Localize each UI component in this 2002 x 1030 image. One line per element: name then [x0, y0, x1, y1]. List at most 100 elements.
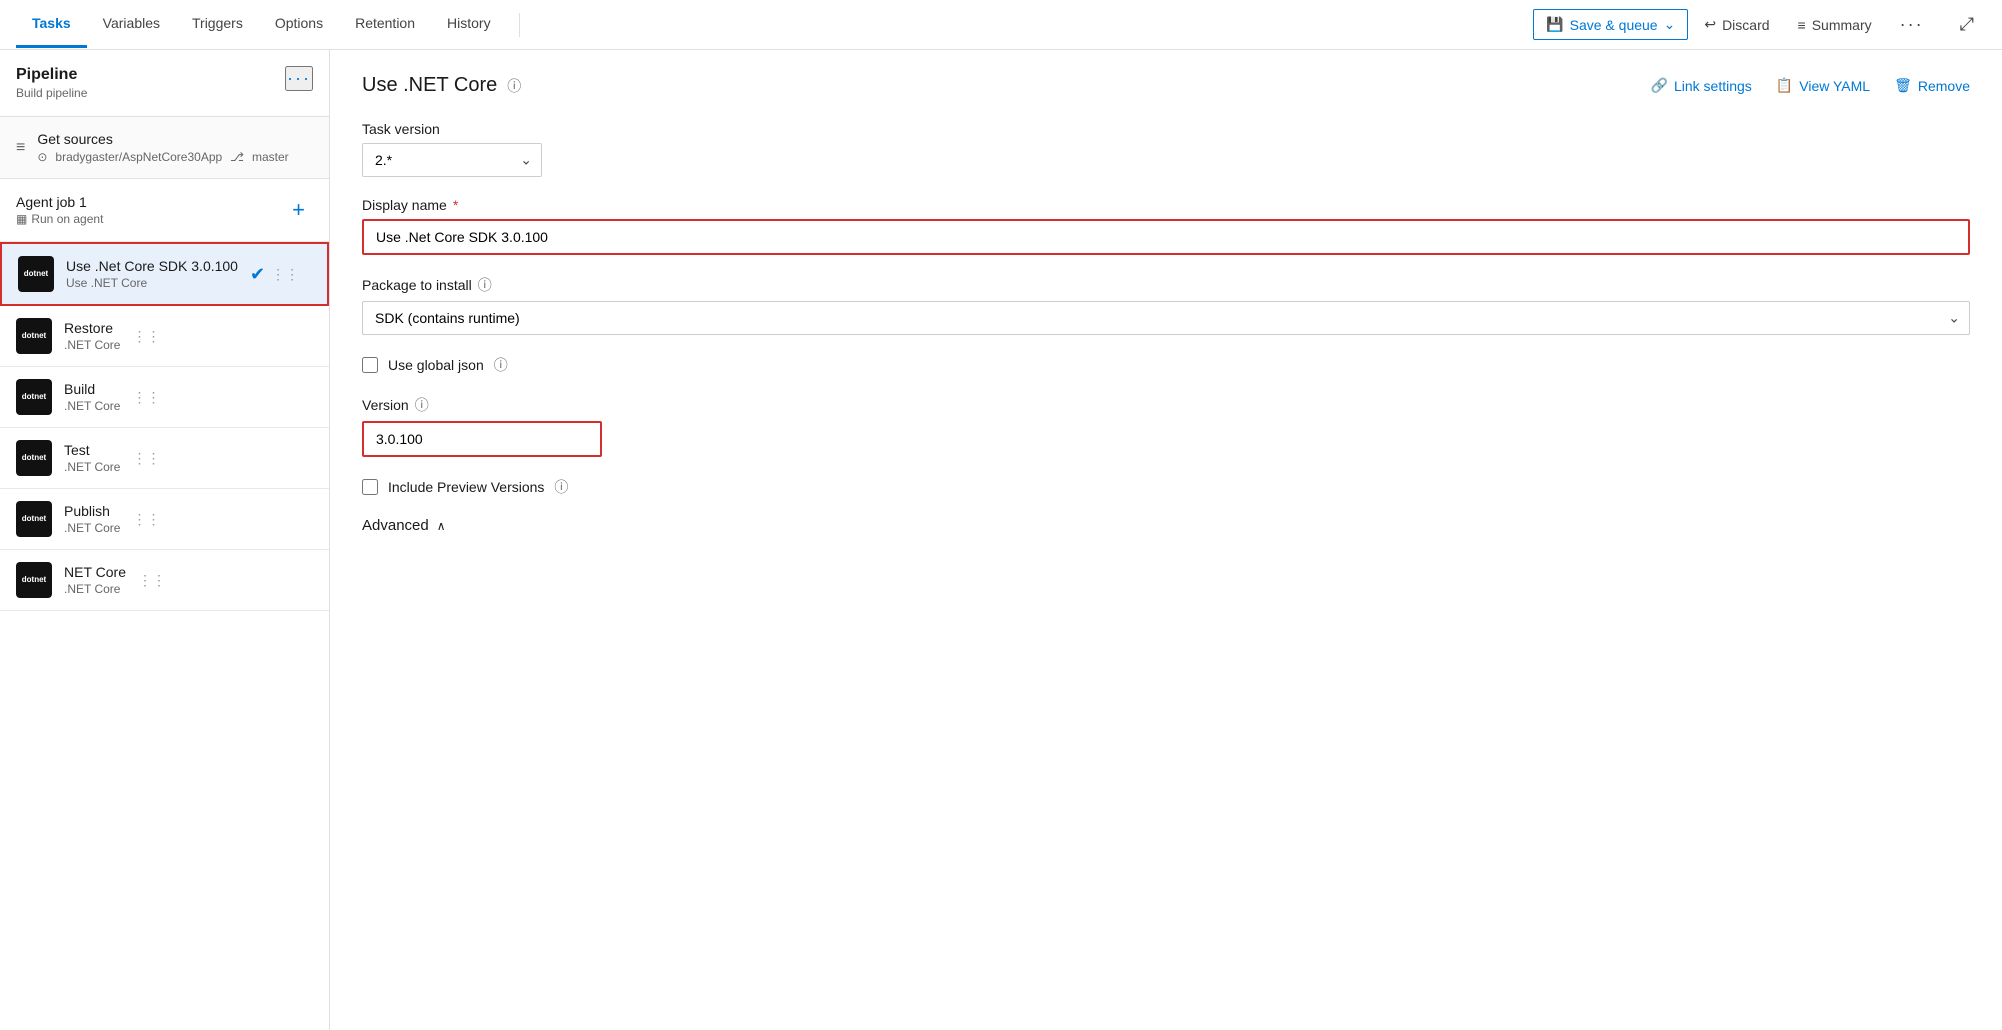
remove-button[interactable]: 🗑 Remove [1894, 77, 1970, 94]
tab-variables[interactable]: Variables [87, 1, 176, 48]
tab-retention[interactable]: Retention [339, 1, 431, 48]
agent-job-title: Agent job 1 [16, 194, 103, 210]
task-item-restore[interactable]: dotnet Restore .NET Core ⋮⋮ [0, 306, 329, 367]
trash-icon: 🗑 [1894, 77, 1912, 94]
use-global-json-group: Use global json ⓘ [362, 355, 1970, 375]
link-icon: 🔗 [1651, 77, 1668, 94]
tab-tasks[interactable]: Tasks [16, 1, 87, 48]
task-subtitle-net-core-extra: .NET Core [64, 582, 126, 596]
package-to-install-select[interactable]: SDK (contains runtime) [362, 301, 1970, 335]
view-yaml-button[interactable]: 📋 View YAML [1776, 77, 1870, 94]
expand-button[interactable]: ⤢ [1948, 8, 1986, 41]
tab-triggers[interactable]: Triggers [176, 1, 259, 48]
link-settings-button[interactable]: 🔗 Link settings [1651, 77, 1752, 94]
yaml-icon: 📋 [1776, 77, 1793, 94]
add-task-button[interactable]: + [284, 193, 313, 227]
task-subtitle-build: .NET Core [64, 399, 120, 413]
discard-button[interactable]: ↩ Discard [1692, 10, 1781, 39]
panel-info-icon[interactable]: ⓘ [507, 76, 521, 96]
tab-options[interactable]: Options [259, 1, 339, 48]
task-version-select[interactable]: 2.* [362, 143, 542, 177]
save-icon: 💾 [1546, 16, 1563, 33]
branch-icon: ⎇ [230, 150, 244, 164]
task-actions-restore: ⋮⋮ [132, 328, 160, 345]
summary-label: Summary [1812, 17, 1872, 33]
version-input[interactable] [362, 421, 602, 457]
display-name-required: * [453, 197, 458, 213]
global-json-info-icon[interactable]: ⓘ [494, 355, 508, 375]
task-info-test: Test .NET Core [64, 442, 120, 474]
get-sources-meta: ⊙ bradygaster/AspNetCore30App ⎇ master [37, 150, 288, 164]
package-to-install-label: Package to install ⓘ [362, 275, 1970, 295]
use-global-json-checkbox-group: Use global json ⓘ [362, 355, 1970, 375]
nav-actions: 💾 Save & queue ⌄ ↩ Discard ≡ Summary ···… [1533, 8, 1986, 41]
agent-job-section: Agent job 1 ▦ Run on agent + [0, 179, 329, 242]
pipeline-more-button[interactable]: ··· [285, 66, 313, 91]
task-item-publish[interactable]: dotnet Publish .NET Core ⋮⋮ [0, 489, 329, 550]
link-settings-label: Link settings [1674, 78, 1752, 94]
discard-icon: ↩ [1704, 16, 1716, 33]
panel-title: Use .NET Core [362, 74, 497, 97]
panel-actions: 🔗 Link settings 📋 View YAML 🗑 Remove [1651, 77, 1970, 94]
agent-icon: ▦ [16, 212, 27, 226]
left-panel: Pipeline Build pipeline ··· ≡ Get source… [0, 50, 330, 1030]
include-preview-checkbox[interactable] [362, 479, 378, 495]
task-subtitle-test: .NET Core [64, 460, 120, 474]
pipeline-header: Pipeline Build pipeline ··· [0, 50, 329, 117]
use-global-json-checkbox[interactable] [362, 357, 378, 373]
get-sources-info: Get sources ⊙ bradygaster/AspNetCore30Ap… [37, 131, 288, 164]
main-layout: Pipeline Build pipeline ··· ≡ Get source… [0, 50, 2002, 1030]
task-actions-test: ⋮⋮ [132, 450, 160, 467]
view-yaml-label: View YAML [1799, 78, 1870, 94]
task-drag-icon-net-core-extra: ⋮⋮ [138, 572, 166, 589]
save-queue-label: Save & queue [1570, 17, 1658, 33]
tab-history[interactable]: History [431, 1, 507, 48]
summary-icon: ≡ [1798, 17, 1806, 33]
summary-button[interactable]: ≡ Summary [1786, 11, 1884, 39]
package-info-icon[interactable]: ⓘ [478, 275, 492, 295]
task-version-select-wrapper: 2.* [362, 143, 542, 177]
task-item-use-net-core-sdk[interactable]: dotnet Use .Net Core SDK 3.0.100 Use .NE… [0, 242, 329, 306]
task-info-build: Build .NET Core [64, 381, 120, 413]
task-info-publish: Publish .NET Core [64, 503, 120, 535]
get-sources-title: Get sources [37, 131, 288, 147]
more-button[interactable]: ··· [1888, 8, 1936, 41]
preview-info-icon[interactable]: ⓘ [554, 477, 568, 497]
get-sources-section[interactable]: ≡ Get sources ⊙ bradygaster/AspNetCore30… [0, 117, 329, 179]
advanced-header[interactable]: Advanced ∧ [362, 517, 1970, 534]
agent-job-subtitle: ▦ Run on agent [16, 212, 103, 226]
version-info-icon[interactable]: ⓘ [415, 395, 429, 415]
package-to-install-group: Package to install ⓘ SDK (contains runti… [362, 275, 1970, 335]
include-preview-checkbox-group: Include Preview Versions ⓘ [362, 477, 1970, 497]
task-subtitle-publish: .NET Core [64, 521, 120, 535]
task-drag-icon-publish: ⋮⋮ [132, 511, 160, 528]
task-icon-restore: dotnet [16, 318, 52, 354]
version-label: Version ⓘ [362, 395, 1970, 415]
github-icon: ⊙ [37, 150, 47, 164]
advanced-section: Advanced ∧ [362, 517, 1970, 534]
panel-header: Use .NET Core ⓘ 🔗 Link settings 📋 View Y… [362, 74, 1970, 97]
remove-label: Remove [1918, 78, 1970, 94]
save-queue-button[interactable]: 💾 Save & queue ⌄ [1533, 9, 1688, 40]
display-name-group: Display name * [362, 197, 1970, 255]
task-item-build[interactable]: dotnet Build .NET Core ⋮⋮ [0, 367, 329, 428]
nav-divider [519, 13, 520, 37]
include-preview-group: Include Preview Versions ⓘ [362, 477, 1970, 497]
task-icon-net-core-extra: dotnet [16, 562, 52, 598]
display-name-input[interactable] [362, 219, 1970, 255]
agent-job-subtitle-text: Run on agent [31, 212, 103, 226]
task-item-net-core-extra[interactable]: dotnet NET Core .NET Core ⋮⋮ [0, 550, 329, 611]
task-icon-build: dotnet [16, 379, 52, 415]
task-drag-icon-build: ⋮⋮ [132, 389, 160, 406]
task-actions-net-core-extra: ⋮⋮ [138, 572, 166, 589]
task-icon-test: dotnet [16, 440, 52, 476]
task-actions-publish: ⋮⋮ [132, 511, 160, 528]
task-name-use-net-core-sdk: Use .Net Core SDK 3.0.100 [66, 258, 238, 274]
include-preview-label[interactable]: Include Preview Versions [388, 479, 544, 495]
task-drag-icon-restore: ⋮⋮ [132, 328, 160, 345]
task-name-build: Build [64, 381, 120, 397]
task-actions-build: ⋮⋮ [132, 389, 160, 406]
task-item-test[interactable]: dotnet Test .NET Core ⋮⋮ [0, 428, 329, 489]
use-global-json-label[interactable]: Use global json [388, 357, 484, 373]
right-panel: Use .NET Core ⓘ 🔗 Link settings 📋 View Y… [330, 50, 2002, 1030]
